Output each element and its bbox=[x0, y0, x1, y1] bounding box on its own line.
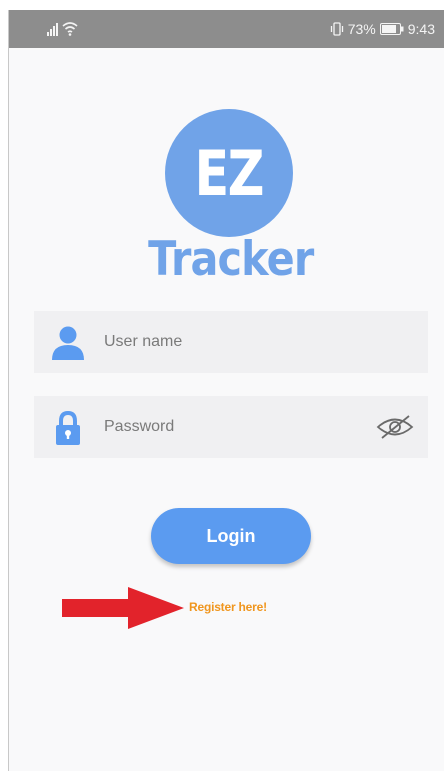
status-bar: 73% 9:43 bbox=[9, 10, 444, 48]
app-name: Tracker bbox=[148, 232, 314, 287]
battery-icon bbox=[379, 23, 404, 35]
logo-badge-text: EZ bbox=[194, 137, 265, 210]
lock-icon bbox=[56, 411, 80, 445]
wifi-icon bbox=[62, 22, 78, 33]
password-input[interactable] bbox=[104, 396, 364, 458]
register-link[interactable]: Register here! bbox=[189, 600, 267, 614]
status-right: 73% 9:43 bbox=[330, 21, 435, 37]
password-field[interactable] bbox=[34, 396, 428, 458]
user-icon bbox=[52, 326, 84, 360]
signal-icon bbox=[47, 23, 58, 36]
logo-badge: EZ bbox=[165, 109, 293, 237]
username-field[interactable] bbox=[34, 311, 428, 373]
eye-off-icon[interactable] bbox=[376, 414, 414, 440]
battery-percent: 73% bbox=[347, 21, 376, 37]
username-input[interactable] bbox=[104, 311, 364, 373]
vibrate-icon bbox=[330, 22, 343, 36]
red-arrow-icon bbox=[62, 587, 184, 629]
login-button[interactable]: Login bbox=[151, 508, 311, 564]
phone-screen: 73% 9:43 EZ Tracker User name Login Regi… bbox=[8, 10, 444, 771]
signal-wifi-icons bbox=[47, 22, 78, 36]
clock: 9:43 bbox=[407, 21, 435, 37]
